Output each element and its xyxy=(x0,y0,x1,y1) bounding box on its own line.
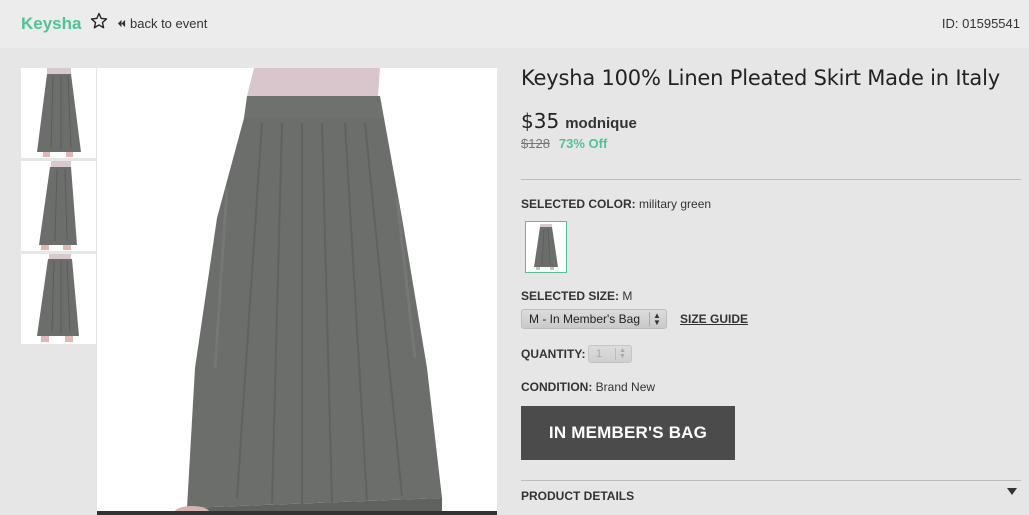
condition-label: CONDITION: xyxy=(521,380,593,394)
product-details-panel: Keysha 100% Linen Pleated Skirt Made in … xyxy=(521,66,1021,503)
brand-link[interactable]: Keysha xyxy=(21,14,81,34)
caret-down-icon[interactable] xyxy=(1007,488,1017,495)
size-select-value: M - In Member's Bag xyxy=(529,312,640,326)
quantity-value: 1 xyxy=(596,348,603,360)
main-product-image[interactable] xyxy=(97,68,497,515)
select-arrows-icon: ▲ ▼ xyxy=(649,312,664,327)
selected-size-value: M xyxy=(622,289,633,303)
skirt-image xyxy=(174,68,442,515)
quantity-row: QUANTITY: xyxy=(521,347,585,361)
size-guide-link[interactable]: SIZE GUIDE xyxy=(680,312,748,326)
divider xyxy=(521,179,1021,180)
image-scroll-bar xyxy=(97,511,497,515)
back-to-event-label: back to event xyxy=(130,16,208,31)
selected-color-row: SELECTED COLOR: military green xyxy=(521,197,711,211)
sale-price: $35 xyxy=(521,109,560,133)
selected-size-row: SELECTED SIZE: M xyxy=(521,289,632,303)
price-row: $35 modnique xyxy=(521,109,1021,133)
divider xyxy=(521,480,1021,481)
quantity-select[interactable]: 1 ▲ ▼ xyxy=(588,345,632,363)
selected-color-label: SELECTED COLOR: xyxy=(521,197,636,211)
original-price: $128 xyxy=(521,136,550,151)
back-to-event-link[interactable]: back to event xyxy=(117,16,207,31)
size-select[interactable]: M - In Member's Bag ▲ ▼ xyxy=(521,309,667,329)
thumbnail-front[interactable] xyxy=(21,68,96,158)
price-sub-row: $128 73% Off xyxy=(521,136,1021,151)
top-bar: Keysha back to event ID: 01595541 xyxy=(0,0,1029,48)
in-members-bag-button[interactable]: IN MEMBER'S BAG xyxy=(521,406,735,460)
select-arrows-icon: ▲ ▼ xyxy=(615,347,629,360)
star-icon[interactable] xyxy=(90,12,108,30)
color-swatch-military-green[interactable] xyxy=(525,221,567,273)
seller-name: modnique xyxy=(565,115,637,132)
product-title: Keysha 100% Linen Pleated Skirt Made in … xyxy=(521,66,1000,90)
product-id: ID: 01595541 xyxy=(941,16,1020,31)
product-details-toggle[interactable]: PRODUCT DETAILS xyxy=(521,489,634,503)
condition-row: CONDITION: Brand New xyxy=(521,380,655,394)
quantity-label: QUANTITY: xyxy=(521,347,586,361)
thumbnail-back[interactable] xyxy=(21,254,96,344)
selected-size-label: SELECTED SIZE: xyxy=(521,289,620,303)
double-chevron-left-icon xyxy=(117,19,126,28)
selected-color-value: military green xyxy=(639,197,712,211)
discount-badge: 73% Off xyxy=(558,136,608,151)
thumbnail-side[interactable] xyxy=(21,161,96,251)
condition-value: Brand New xyxy=(595,380,656,394)
thumbnail-list xyxy=(21,68,96,347)
